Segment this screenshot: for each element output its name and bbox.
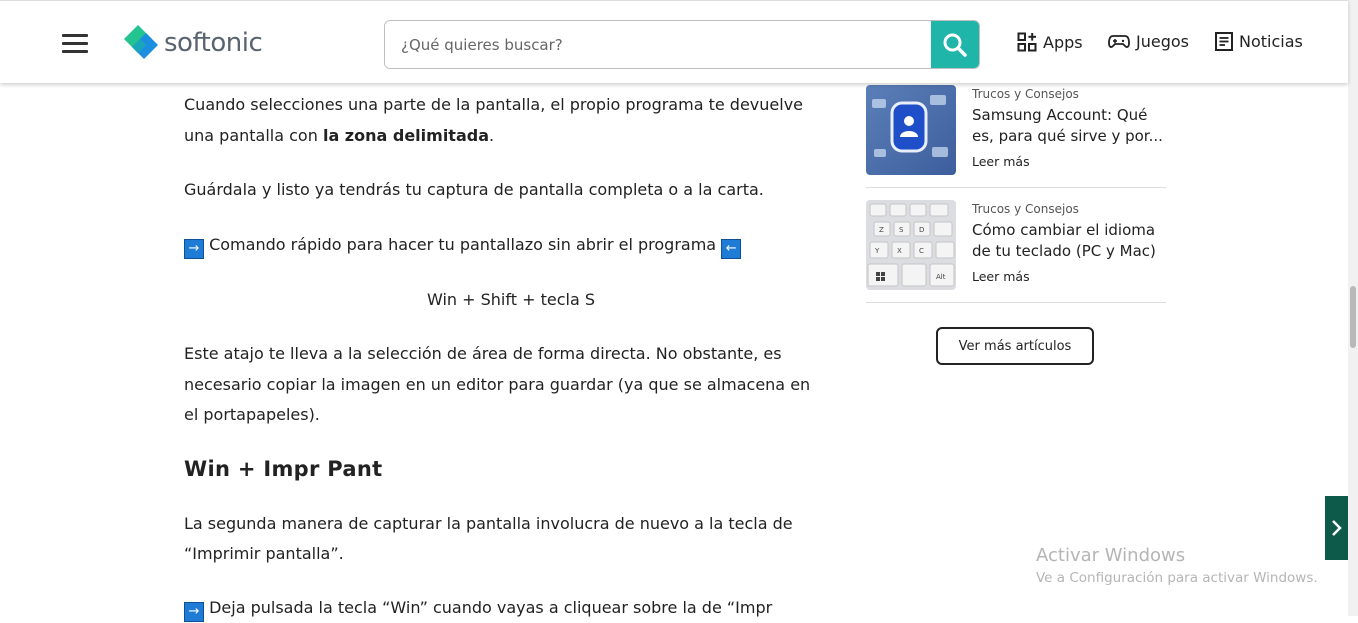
windows-activation-title: Activar Windows [1036,545,1186,566]
shortcut-text: Win + Shift + tecla S [427,290,595,309]
right-arrow-icon: → [184,602,204,622]
svg-text:S: S [899,226,904,234]
paragraph-line: necesario copiar la imagen en un editor … [184,375,811,394]
sidebar-article[interactable]: Trucos y Consejos Samsung Account: Qué e… [866,73,1166,188]
article-category: Trucos y Consejos [972,202,1079,216]
search-icon [943,33,967,57]
nav-noticias-label: Noticias [1239,32,1303,51]
apps-grid-icon [1017,32,1037,52]
article-title-line: Samsung Account: Qué [972,106,1148,124]
paragraph-line: “Imprimir pantalla”. [184,544,344,563]
left-arrow-icon: ← [721,239,742,259]
article-title-line: de tu teclado (PC y Mac) [972,242,1156,260]
nav-noticias[interactable]: Noticias [1215,32,1303,51]
menu-icon[interactable] [62,34,88,54]
right-arrow-icon: → [184,239,204,259]
logo-text: softonic [164,28,263,58]
next-article-tab[interactable] [1325,496,1349,560]
search-input[interactable] [385,21,931,68]
article-title-line: es, para qué sirve y por... [972,127,1163,145]
article-title[interactable]: Samsung Account: Qué es, para qué sirve … [972,105,1168,147]
gamepad-icon [1108,34,1130,48]
paragraph-line: Cuando selecciones una parte de la panta… [184,95,803,114]
read-more-link[interactable]: Leer más [972,269,1030,284]
article-title-line: Cómo cambiar el idioma [972,221,1156,239]
nav-apps[interactable]: Apps [1017,32,1083,52]
read-more-link[interactable]: Leer más [972,154,1030,169]
svg-text:Z: Z [879,226,884,234]
windows-activation-subtitle: Ve a Configuración para activar Windows. [1036,570,1318,586]
scrollbar-thumb[interactable] [1350,286,1356,348]
nav-juegos[interactable]: Juegos [1108,32,1189,51]
paragraph-line: Este atajo te lleva a la selección de ár… [184,344,782,363]
paragraph-line: el portapapeles). [184,405,320,424]
command-heading-text: Comando rápido para hacer tu pantallazo … [209,235,717,254]
svg-text:Y: Y [874,247,880,255]
search-button[interactable] [931,21,979,68]
svg-text:X: X [897,247,902,255]
chevron-right-icon [1332,520,1342,536]
bold-text: la zona delimitada [322,126,489,145]
more-articles-button[interactable]: Ver más artículos [936,327,1094,365]
command-heading: → Comando rápido para hacer tu pantallaz… [184,229,742,260]
search-bar [384,20,980,69]
article-thumbnail[interactable]: Z S D Y X C Alt [866,200,956,290]
section-heading: Win + Impr Pant [184,457,383,481]
nav-juegos-label: Juegos [1136,32,1189,51]
site-header: softonic Apps Juegos [0,0,1348,83]
paragraph-line: La segunda manera de capturar la pantall… [184,514,793,533]
article-thumbnail[interactable] [866,85,956,175]
keyboard-image: Z S D Y X C Alt [866,200,956,290]
softonic-logo-icon [124,25,158,59]
text-span: . [489,126,495,145]
sidebar-article[interactable]: Z S D Y X C Alt Trucos y Consejos Cómo cambi… [866,188,1166,303]
svg-text:Alt: Alt [936,273,946,281]
article-category: Trucos y Consejos [972,87,1079,101]
samsung-account-image [872,95,948,157]
paragraph-text: Deja pulsada la tecla “Win” cuando vayas… [209,598,773,617]
paragraph-line: → Deja pulsada la tecla “Win” cuando vay… [184,592,772,623]
svg-text:D: D [919,226,924,234]
article-title[interactable]: Cómo cambiar el idioma de tu teclado (PC… [972,220,1168,262]
paragraph: Guárdala y listo ya tendrás tu captura d… [184,180,764,199]
nav-apps-label: Apps [1043,32,1083,52]
paragraph-line: una pantalla con la zona delimitada. [184,120,494,151]
text-span: una pantalla con [184,126,323,145]
softonic-logo[interactable]: softonic [122,23,263,63]
news-icon [1215,32,1233,51]
svg-text:C: C [919,247,924,255]
